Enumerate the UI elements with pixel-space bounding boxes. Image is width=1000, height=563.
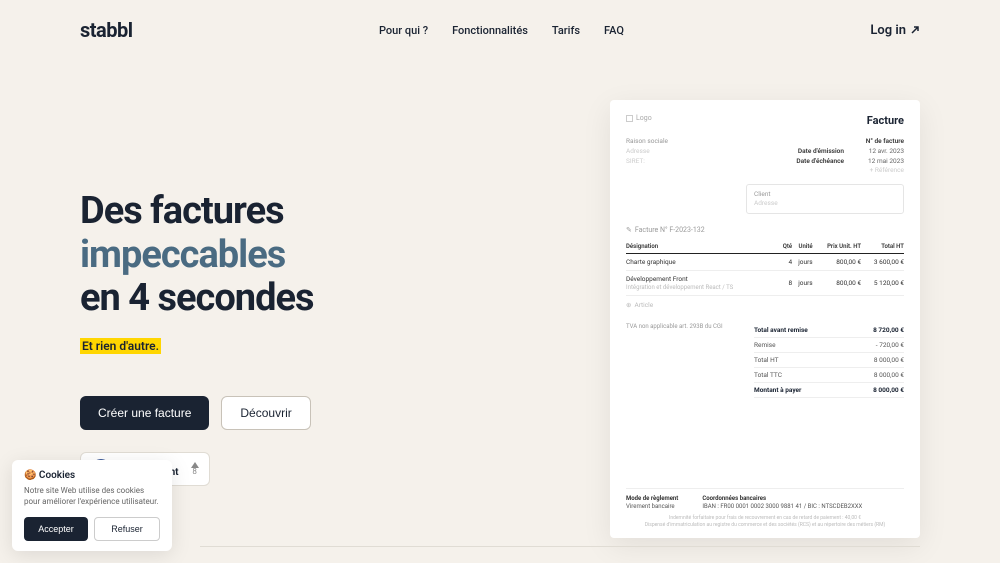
line-qty: 8	[779, 271, 792, 296]
tagline: Et rien d'autre.	[80, 338, 161, 354]
add-article: ⊕ Article	[626, 301, 904, 309]
client-address: Adresse	[754, 199, 896, 208]
total-row: Total avant remise8 720,00 €	[754, 323, 904, 338]
meta-num-label: N° de facture	[866, 137, 904, 147]
col-qty: Qté	[779, 240, 792, 254]
client-heading: Client	[754, 190, 896, 199]
meta-emission-label: Date d'émission	[798, 147, 844, 157]
cookie-reject-button[interactable]: Refuser	[94, 517, 160, 541]
invoice-footer: Mode de règlement Virement bancaire Coor…	[626, 488, 904, 510]
invoice-logo-label: Logo	[636, 114, 652, 122]
line-price: 800,00 €	[813, 254, 861, 271]
legal-line2: Dispensé d'immatriculation au registre d…	[626, 522, 904, 529]
line-unit: jours	[792, 271, 813, 296]
external-link-icon	[910, 25, 920, 35]
logo[interactable]: stabbl	[80, 18, 133, 42]
pencil-icon: ✎	[626, 226, 632, 234]
cookie-text: Notre site Web utilise des cookies pour …	[24, 485, 160, 507]
bank-value: IBAN : FR00 0001 0002 3000 9881 41 / BIC…	[702, 503, 862, 510]
invoice-company: Raison sociale Adresse SIRET:	[626, 137, 668, 176]
invoice-preview: Logo Facture Raison sociale Adresse SIRE…	[610, 100, 920, 538]
pay-mode-value: Virement bancaire	[626, 503, 678, 510]
nav: Pour qui ? Fonctionnalités Tarifs FAQ	[379, 24, 624, 37]
total-row: Total HT8 000,00 €	[754, 353, 904, 368]
create-invoice-button[interactable]: Créer une facture	[80, 396, 209, 430]
cookie-title: 🍪 Cookies	[24, 470, 160, 481]
line-sub: Intégration et développement React / TS	[626, 284, 733, 291]
company-address: Adresse	[626, 147, 668, 155]
nav-item-pour-qui[interactable]: Pour qui ?	[379, 24, 428, 37]
col-total: Total HT	[861, 240, 904, 254]
line-unit: jours	[792, 254, 813, 271]
table-row: Développement FrontIntégration et dévelo…	[626, 271, 904, 296]
meta-emission-value: 12 avr. 2023	[862, 147, 904, 157]
doc-number-text: Facture N° F-2023-132	[635, 226, 705, 234]
total-row: Total TTC8 000,00 €	[754, 368, 904, 383]
ph-count: 8	[192, 468, 197, 476]
footer-bank: Coordonnées bancaires IBAN : FR00 0001 0…	[702, 495, 862, 510]
invoice-totals: Total avant remise8 720,00 € Remise- 720…	[754, 323, 904, 398]
divider	[200, 546, 920, 547]
invoice-legal: Indemnité forfaitaire pour frais de reco…	[626, 515, 904, 528]
nav-item-faq[interactable]: FAQ	[604, 24, 624, 37]
login-label: Log in	[870, 23, 906, 38]
headline-line2: impeccables	[80, 233, 285, 277]
col-price: Prix Unit. HT	[813, 240, 861, 254]
line-price: 800,00 €	[813, 271, 861, 296]
plus-icon: ⊕	[626, 301, 631, 309]
add-article-label: Article	[634, 301, 653, 309]
cookie-accept-button[interactable]: Accepter	[24, 517, 88, 541]
line-desc: Charte graphique	[626, 254, 779, 271]
nav-item-fonctionnalites[interactable]: Fonctionnalités	[452, 24, 528, 37]
col-unit: Unité	[792, 240, 813, 254]
nav-item-tarifs[interactable]: Tarifs	[552, 24, 580, 37]
cookie-buttons: Accepter Refuser	[24, 517, 160, 541]
line-total: 5 120,00 €	[861, 271, 904, 296]
line-qty: 4	[779, 254, 792, 271]
invoice-logo-placeholder: Logo	[626, 114, 652, 122]
invoice-client-box: Client Adresse	[746, 184, 904, 214]
cookie-banner: 🍪 Cookies Notre site Web utilise des coo…	[12, 460, 172, 551]
tax-note: TVA non applicable art. 293B du CGI	[626, 323, 723, 398]
headline-line3: en 4 secondes	[80, 276, 314, 320]
ph-upvote: 8	[191, 462, 199, 476]
meta-due-value: 12 mai 2023	[862, 157, 904, 167]
headline-line1: Des factures	[80, 189, 284, 233]
header: stabbl Pour qui ? Fonctionnalités Tarifs…	[0, 0, 1000, 60]
total-row: Montant à payer8 000,00 €	[754, 383, 904, 398]
invoice-meta: N° de facture Date d'émission 12 avr. 202…	[796, 137, 904, 176]
image-icon	[626, 115, 633, 122]
table-row: Charte graphique 4 jours 800,00 € 3 600,…	[626, 254, 904, 271]
line-total: 3 600,00 €	[861, 254, 904, 271]
total-row: Remise- 720,00 €	[754, 338, 904, 353]
invoice-title: Facture	[867, 114, 904, 127]
line-desc: Développement FrontIntégration et dévelo…	[626, 271, 779, 296]
meta-due-label: Date d'échéance	[796, 157, 844, 167]
col-desc: Désignation	[626, 240, 779, 254]
invoice-document: Logo Facture Raison sociale Adresse SIRE…	[610, 100, 920, 538]
invoice-table: Désignation Qté Unité Prix Unit. HT Tota…	[626, 240, 904, 296]
meta-ref: + Référence	[862, 166, 904, 176]
discover-button[interactable]: Découvrir	[221, 396, 310, 430]
company-siret: SIRET:	[626, 157, 668, 165]
footer-payment: Mode de règlement Virement bancaire	[626, 495, 678, 510]
invoice-doc-number: ✎ Facture N° F-2023-132	[626, 226, 904, 234]
login-link[interactable]: Log in	[870, 23, 920, 38]
cta-row: Créer une facture Découvrir	[80, 396, 560, 430]
headline: Des factures impeccables en 4 secondes	[80, 190, 560, 321]
company-name: Raison sociale	[626, 137, 668, 145]
